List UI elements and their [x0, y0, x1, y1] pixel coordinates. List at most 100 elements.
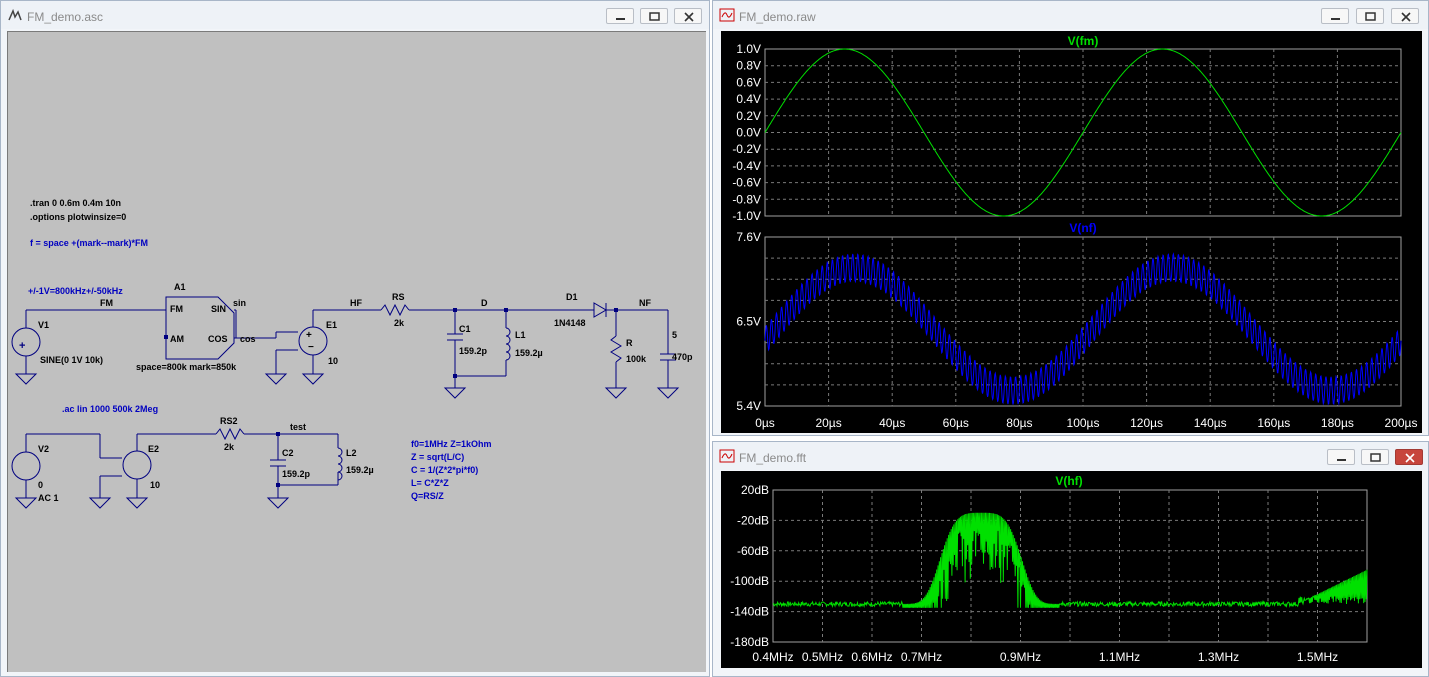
y-tick-label: -0.2V [732, 142, 761, 156]
restore-button[interactable] [640, 8, 668, 24]
r-name: R [626, 338, 633, 348]
c2-name: C2 [282, 448, 294, 458]
y-tick-label: -0.4V [732, 159, 761, 173]
restore-icon [1370, 453, 1381, 462]
trace-title-vnf: V(nf) [1069, 221, 1096, 235]
net-d: D [481, 298, 488, 308]
svg-text:+: + [19, 340, 25, 352]
note-line: Q=RS/Z [411, 491, 444, 501]
restore-icon [649, 12, 660, 21]
y-tick-label: -1.0V [732, 209, 761, 223]
minimize-button[interactable] [1321, 8, 1349, 24]
waveform-window-title: FM_demo.raw [739, 10, 816, 24]
close-button[interactable] [674, 8, 702, 24]
waveform-svg: V(fm) V(nf) 1.0V 0.8V 0.6V 0.4V 0.2V 0.0V -0.2… [732, 34, 1418, 430]
c1-value: 159.2p [459, 346, 488, 356]
cnf-name: 5 [672, 330, 678, 340]
y-tick-label: -20dB [737, 513, 769, 527]
note-line: f0=1MHz Z=1kOhm [411, 439, 492, 449]
waveform-titlebar[interactable]: FM_demo.raw [713, 1, 1428, 29]
svg-text:−: − [308, 342, 314, 353]
x-tick-label: 120µs [1130, 416, 1163, 430]
fft-plot-area[interactable]: V(hf) 20dB -20dB -60dB -100dB -140dB -180dB 0.… [721, 471, 1422, 668]
fft-window[interactable]: FM_demo.fft V(hf) 20dB -20dB -60dB -100dB -1… [712, 441, 1429, 677]
y-tick-label: 0.0V [736, 126, 761, 140]
y-tick-label: -100dB [730, 574, 769, 588]
restore-icon [1365, 12, 1376, 21]
y-tick-label: -60dB [737, 544, 769, 558]
x-tick-label: 200µs [1385, 416, 1418, 430]
note-line: L= C*Z*Z [411, 478, 449, 488]
x-tick-label: 0.7MHz [901, 650, 942, 664]
waveform-icon [719, 449, 735, 463]
restore-button[interactable] [1356, 8, 1384, 24]
l1-value: 159.2µ [515, 348, 543, 358]
close-icon [1401, 12, 1411, 22]
x-tick-label: 0.5MHz [802, 650, 843, 664]
minimize-icon [1331, 18, 1340, 20]
net-test: test [290, 422, 307, 432]
x-tick-label: 1.3MHz [1198, 650, 1239, 664]
v1-value: SINE(0 1V 10k) [40, 355, 104, 365]
func-directive: f = space +(mark--mark)*FM [30, 238, 149, 248]
close-icon [684, 12, 694, 22]
y-tick-label: 7.6V [736, 230, 761, 244]
rs-value: 2k [394, 318, 405, 328]
x-tick-label: 160µs [1257, 416, 1290, 430]
a1-params: space=800k mark=850k [136, 362, 237, 372]
a1-pin-fm: FM [170, 304, 183, 314]
plot-frame [772, 489, 1368, 643]
close-button[interactable] [1395, 449, 1423, 465]
ac-directive: .ac lin 1000 500k 2Meg [62, 404, 159, 414]
close-button[interactable] [1391, 8, 1419, 24]
d1-name: D1 [566, 292, 578, 302]
net-cos: cos [240, 334, 256, 344]
fft-titlebar[interactable]: FM_demo.fft [713, 442, 1428, 470]
x-tick-label: 180µs [1321, 416, 1354, 430]
waveform-plot-area[interactable]: V(fm) V(nf) 1.0V 0.8V 0.6V 0.4V 0.2V 0.0V -0.2… [721, 31, 1422, 433]
trace-title-vfm: V(fm) [1068, 34, 1099, 48]
y-tick-label: 6.5V [736, 315, 761, 329]
v2-value1: 0 [38, 480, 44, 490]
fft-svg: V(hf) 20dB-20dB-60dB-100dB-140dB-180dB0.… [730, 474, 1368, 664]
x-tick-label: 100µs [1067, 416, 1100, 430]
minimize-button[interactable] [606, 8, 634, 24]
net-sin: sin [233, 298, 247, 308]
waveform-window[interactable]: FM_demo.raw V(fm) V(nf) 1.0V 0.8V 0.6V 0.4V… [712, 0, 1429, 436]
rs-name: RS [392, 292, 405, 302]
minimize-icon [1337, 459, 1346, 461]
fft-window-title: FM_demo.fft [739, 451, 807, 465]
schematic-titlebar[interactable]: FM_demo.asc [1, 1, 709, 29]
schematic-canvas[interactable]: + + − .tran 0 0.6m 0.4m 10n .options plo… [7, 31, 706, 672]
a1-pin-sin: SIN [211, 304, 227, 314]
close-icon [1405, 453, 1415, 463]
c2-value: 159.2p [282, 469, 311, 479]
note-line: Z = sqrt(L/C) [411, 452, 465, 462]
y-tick-label: 0.2V [736, 109, 761, 123]
x-tick-label: 1.5MHz [1297, 650, 1338, 664]
a1-pin-am: AM [170, 334, 184, 344]
e2-gain: 10 [150, 480, 161, 490]
x-tick-label: 60µs [943, 416, 969, 430]
x-tick-label: 0.6MHz [851, 650, 892, 664]
l1-name: L1 [515, 330, 526, 340]
restore-button[interactable] [1361, 449, 1389, 465]
y-tick-label: 1.0V [736, 42, 761, 56]
rs2-name: RS2 [220, 416, 238, 426]
net-hf: HF [350, 298, 362, 308]
schematic-window-title: FM_demo.asc [27, 10, 104, 24]
r-value: 100k [626, 354, 647, 364]
ltspice-schematic-icon [8, 8, 22, 21]
waveform-icon [719, 8, 735, 22]
y-tick-label: -140dB [730, 605, 769, 619]
minimize-button[interactable] [1327, 449, 1355, 465]
schematic-drawing: + + − [11, 296, 680, 509]
v1-note: +/-1V=800kHz+/-50kHz [28, 286, 123, 296]
y-tick-label: 0.6V [736, 75, 761, 89]
l2-value: 159.2µ [346, 465, 374, 475]
net-nf: NF [639, 298, 651, 308]
d1-model: 1N4148 [554, 318, 586, 328]
note-line: C = 1/(Z*2*pi*f0) [411, 465, 479, 475]
schematic-window[interactable]: FM_demo.asc + + − .tran 0 0.6m 0.4m 10n … [0, 0, 710, 677]
v2-name: V2 [38, 444, 50, 454]
